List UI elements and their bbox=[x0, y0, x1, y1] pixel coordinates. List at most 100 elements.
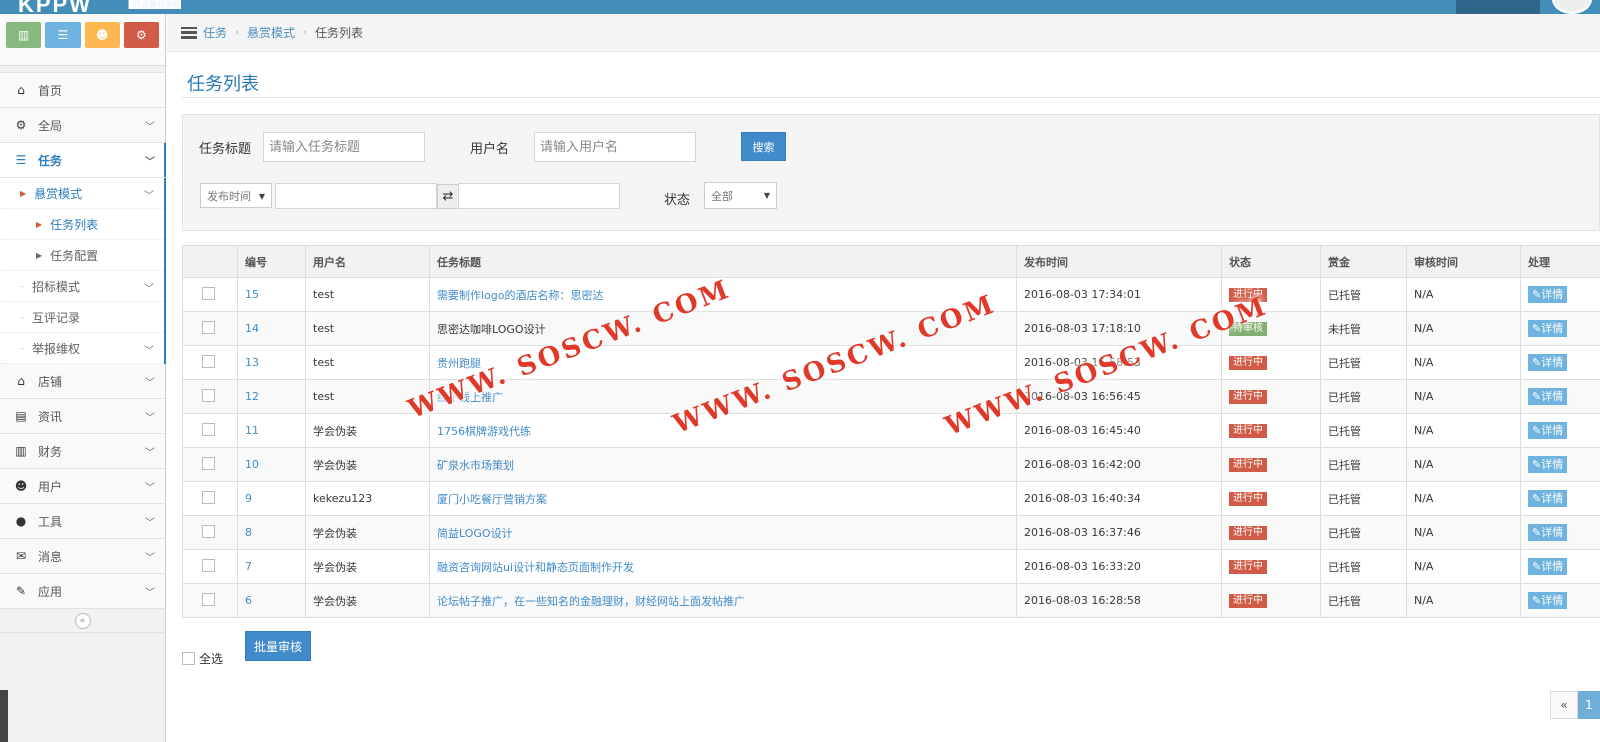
start-date-input[interactable] bbox=[275, 183, 437, 209]
sidebar-item-report[interactable]: – 举报维权 ﹀ bbox=[0, 333, 164, 364]
row-id-link[interactable]: 7 bbox=[245, 560, 252, 573]
sidebar-item-task[interactable]: ☰ 任务 ﹀ bbox=[0, 143, 166, 178]
row-id-link[interactable]: 15 bbox=[245, 288, 259, 301]
time-type-select[interactable]: 发布时间 ▼ bbox=[200, 183, 272, 208]
status-select[interactable]: 全部 ▼ bbox=[704, 182, 777, 209]
task-title-input[interactable] bbox=[263, 132, 425, 162]
shortcut-users-button[interactable]: ☻ bbox=[84, 22, 120, 48]
row-checkbox[interactable] bbox=[202, 490, 215, 504]
row-action: ✎详情 bbox=[1520, 345, 1600, 380]
sidebar-item-task-config[interactable]: ▶ 任务配置 bbox=[0, 240, 164, 271]
sidebar-item-label: 互评记录 bbox=[32, 310, 81, 325]
row-title-link[interactable]: 贵州跑腿 bbox=[437, 357, 481, 370]
row-id-link[interactable]: 9 bbox=[245, 492, 252, 505]
sidebar-item-shop[interactable]: ⌂ 店铺 ﹀ bbox=[0, 364, 165, 399]
row-title-link[interactable]: 1756棋牌游戏代练 bbox=[437, 425, 531, 438]
row-action: ✎详情 bbox=[1520, 379, 1600, 414]
sidebar-item-messages[interactable]: ✉ 消息 ﹀ bbox=[0, 539, 165, 574]
shortcut-chart-button[interactable]: ▥ bbox=[6, 22, 42, 48]
list-icon bbox=[181, 26, 197, 39]
row-title: 厦门小吃餐厅营销方案 bbox=[429, 481, 1017, 516]
sidebar-item-review-records[interactable]: – 互评记录 bbox=[0, 302, 164, 333]
sidebar-item-tools[interactable]: ● 工具 ﹀ bbox=[0, 504, 165, 539]
batch-audit-button[interactable]: 批量审核 bbox=[245, 631, 311, 661]
pagination-prev[interactable]: « bbox=[1550, 691, 1578, 719]
row-title-text[interactable]: 思密达咖啡LOGO设计 bbox=[437, 323, 546, 336]
select-all[interactable]: 全选 bbox=[182, 650, 223, 667]
detail-button[interactable]: ✎详情 bbox=[1528, 388, 1568, 405]
row-status: 进行中 bbox=[1221, 277, 1321, 312]
sidebar-item-bid-mode[interactable]: – 招标模式 ﹀ bbox=[0, 271, 164, 302]
row-title-link[interactable]: 需要制作logo的酒店名称：思密达 bbox=[437, 289, 604, 302]
row-checkbox[interactable] bbox=[202, 354, 215, 368]
sidebar-item-reward-mode[interactable]: ▶ 悬赏模式 ﹀ bbox=[0, 178, 164, 209]
pagination-page-1[interactable]: 1 bbox=[1578, 691, 1600, 719]
avatar[interactable] bbox=[1552, 0, 1592, 14]
shortcut-list-button[interactable]: ☰ bbox=[45, 22, 81, 48]
row-reward: 已托管 bbox=[1320, 277, 1407, 312]
status-badge: 进行中 bbox=[1229, 458, 1267, 472]
row-reward: 已托管 bbox=[1320, 515, 1407, 550]
row-username: kekezu123 bbox=[305, 481, 430, 516]
sidebar-item-news[interactable]: ▤ 资讯 ﹀ bbox=[0, 399, 165, 434]
header-username: 用户名 bbox=[305, 245, 430, 278]
row-checkbox[interactable] bbox=[202, 422, 215, 436]
row-id-link[interactable]: 8 bbox=[245, 526, 252, 539]
detail-button[interactable]: ✎详情 bbox=[1528, 422, 1568, 439]
sidebar-item-finance[interactable]: ▥ 财务 ﹀ bbox=[0, 434, 165, 469]
collapse-left-icon[interactable]: « bbox=[74, 612, 91, 629]
row-id-link[interactable]: 12 bbox=[245, 390, 259, 403]
detail-button[interactable]: ✎详情 bbox=[1528, 456, 1568, 473]
row-title-link[interactable]: 线下线上推广 bbox=[437, 391, 503, 404]
row-checkbox[interactable] bbox=[202, 320, 215, 334]
detail-button[interactable]: ✎详情 bbox=[1528, 354, 1568, 371]
row-title-link[interactable]: 论坛帖子推广，在一些知名的金融理财，财经网站上面发帖推广 bbox=[437, 595, 745, 608]
sidebar-item-users[interactable]: ☻ 用户 ﹀ bbox=[0, 469, 165, 504]
row-id-link[interactable]: 14 bbox=[245, 322, 259, 335]
detail-button[interactable]: ✎详情 bbox=[1528, 286, 1568, 303]
row-checkbox[interactable] bbox=[202, 524, 215, 538]
username-input[interactable] bbox=[534, 132, 696, 162]
row-audit-time: N/A bbox=[1406, 481, 1521, 516]
chevron-down-icon: ﹀ bbox=[144, 284, 154, 295]
row-checkbox[interactable] bbox=[202, 286, 215, 300]
user-menu-area[interactable] bbox=[1456, 0, 1540, 14]
sidebar-item-global[interactable]: ⚙ 全局 ﹀ bbox=[0, 108, 165, 143]
breadcrumb-reward-link[interactable]: 悬赏模式 bbox=[247, 24, 295, 41]
row-checkbox[interactable] bbox=[202, 456, 215, 470]
row-reward: 已托管 bbox=[1320, 583, 1407, 618]
detail-button[interactable]: ✎详情 bbox=[1528, 320, 1568, 337]
sidebar-item-home[interactable]: ⌂ 首页 bbox=[0, 73, 165, 108]
row-id-link[interactable]: 6 bbox=[245, 594, 252, 607]
row-id-link[interactable]: 11 bbox=[245, 424, 259, 437]
row-id-link[interactable]: 10 bbox=[245, 458, 259, 471]
end-date-input[interactable] bbox=[458, 183, 620, 209]
detail-button[interactable]: ✎详情 bbox=[1528, 592, 1568, 609]
edge-widget bbox=[0, 690, 8, 742]
shortcut-settings-button[interactable]: ⚙ bbox=[123, 22, 159, 48]
row-checkbox[interactable] bbox=[202, 592, 215, 606]
sidebar-item-apps[interactable]: ✎ 应用 ﹀ bbox=[0, 574, 165, 609]
detail-button[interactable]: ✎详情 bbox=[1528, 558, 1568, 575]
status-badge: 进行中 bbox=[1229, 594, 1267, 608]
row-title-link[interactable]: 厦门小吃餐厅营销方案 bbox=[437, 493, 547, 506]
detail-button[interactable]: ✎详情 bbox=[1528, 524, 1568, 541]
username-label: 用户名 bbox=[470, 142, 510, 157]
edit-icon: ✎ bbox=[1532, 526, 1542, 539]
detail-button[interactable]: ✎详情 bbox=[1528, 490, 1568, 507]
row-title-link[interactable]: 融资咨询网站ui设计和静态页面制作开发 bbox=[437, 561, 634, 574]
row-title-link[interactable]: 矿泉水市场策划 bbox=[437, 459, 514, 472]
sidebar-item-label: 任务配置 bbox=[50, 248, 99, 263]
table-row: 9 kekezu123 厦门小吃餐厅营销方案 2016-08-03 16:40:34 进… bbox=[182, 481, 1600, 516]
breadcrumb-task-link[interactable]: 任务 bbox=[203, 24, 227, 41]
caret-right-icon: ▶ bbox=[20, 188, 27, 198]
row-checkbox[interactable] bbox=[202, 388, 215, 402]
row-title-link[interactable]: 简益LOGO设计 bbox=[437, 527, 513, 540]
select-all-checkbox[interactable] bbox=[182, 652, 195, 665]
row-username: 学会伪装 bbox=[305, 583, 430, 618]
search-button[interactable]: 搜索 bbox=[741, 132, 786, 161]
row-reward: 已托管 bbox=[1320, 345, 1407, 380]
row-id-link[interactable]: 13 bbox=[245, 356, 259, 369]
sidebar-item-task-list[interactable]: ▶ 任务列表 bbox=[0, 209, 164, 240]
row-checkbox[interactable] bbox=[202, 558, 215, 572]
